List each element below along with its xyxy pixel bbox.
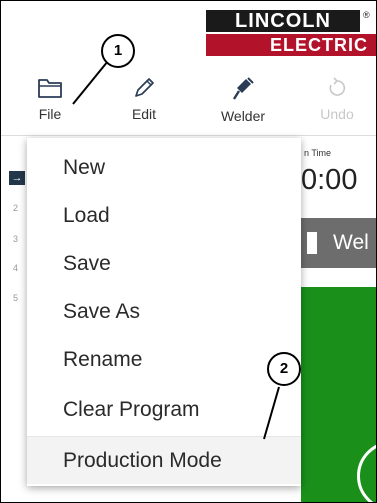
weld-icon — [307, 232, 317, 254]
menu-item-save-as[interactable]: Save As — [27, 288, 301, 336]
callout-1-badge: 1 — [101, 34, 135, 68]
time-value: 0:00 — [301, 164, 358, 196]
row-number: 2 — [13, 203, 19, 213]
edit-button[interactable]: Edit — [114, 77, 174, 122]
logo-bottom-text: ELECTRIC — [206, 34, 376, 56]
row-number: 4 — [13, 263, 19, 273]
file-menu: New Load Save Save As Rename Clear Progr… — [27, 138, 301, 486]
callout-2-badge: 2 — [267, 352, 301, 386]
logo-top-text: LINCOLN — [206, 10, 360, 32]
menu-item-production-mode[interactable]: Production Mode — [27, 436, 301, 484]
menu-item-clear-program[interactable]: Clear Program — [27, 386, 301, 434]
row-number: 5 — [13, 293, 19, 303]
file-button[interactable]: File — [20, 77, 80, 122]
pencil-icon — [135, 78, 154, 97]
current-row-arrow-icon: → — [9, 171, 25, 185]
undo-icon — [329, 77, 346, 96]
row-number: 3 — [13, 234, 19, 244]
folder-icon — [38, 79, 62, 98]
app-frame: LINCOLN ® ELECTRIC File Edit Welder Undo — [0, 0, 377, 503]
menu-item-load[interactable]: Load — [27, 192, 301, 240]
menu-item-save[interactable]: Save — [27, 240, 301, 288]
undo-button[interactable]: Undo — [307, 77, 367, 122]
welder-label: Welder — [220, 108, 266, 124]
logo-registered-mark: ® — [363, 10, 370, 20]
edit-label: Edit — [131, 106, 157, 122]
welding-torch-icon — [232, 77, 254, 100]
menu-item-rename[interactable]: Rename — [27, 336, 301, 384]
lincoln-electric-logo: LINCOLN ® ELECTRIC — [201, 10, 376, 60]
time-label: n Time — [304, 148, 332, 158]
weld-button[interactable]: Wel — [301, 218, 376, 268]
toolbar-divider — [1, 135, 376, 136]
weld-button-label: Wel — [333, 231, 369, 254]
welder-button[interactable]: Welder — [213, 77, 273, 124]
undo-label: Undo — [320, 106, 354, 122]
file-label: File — [38, 106, 62, 122]
menu-item-new[interactable]: New — [27, 144, 301, 192]
